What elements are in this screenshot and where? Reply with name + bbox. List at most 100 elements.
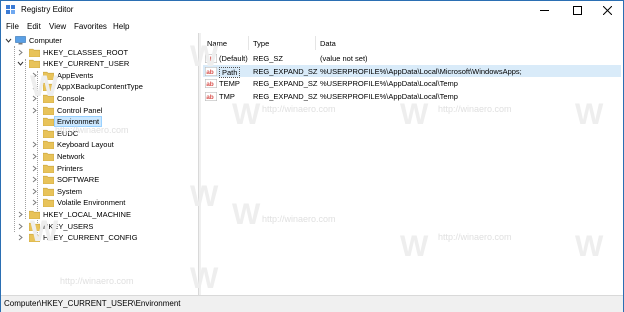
folder-icon	[29, 60, 40, 69]
folder-icon	[43, 106, 54, 115]
collapse-arrow-icon[interactable]	[17, 60, 24, 67]
menu-favorites[interactable]: Favorites	[74, 22, 107, 31]
expand-arrow-icon[interactable]	[17, 223, 24, 230]
minimize-button[interactable]	[529, 1, 560, 19]
value-name: TEMP	[219, 79, 240, 88]
folder-icon	[29, 234, 40, 243]
menu-file[interactable]: File	[6, 22, 19, 31]
svg-text:ab: ab	[206, 94, 214, 101]
expand-arrow-icon[interactable]	[31, 165, 38, 172]
maximize-button[interactable]	[562, 1, 593, 19]
tree-node-system[interactable]: System	[1, 186, 198, 197]
menu-view[interactable]: View	[49, 22, 66, 31]
expand-arrow-icon[interactable]	[31, 72, 38, 79]
expand-arrow-icon[interactable]	[17, 49, 24, 56]
value-row[interactable]: ab TEMP REG_EXPAND_SZ %USERPROFILE%\AppD…	[203, 77, 621, 89]
folder-icon	[43, 83, 54, 92]
column-header-data[interactable]: Data	[320, 39, 336, 48]
tree-node-label: HKEY_USERS	[43, 221, 94, 231]
title-bar[interactable]: Registry Editor	[1, 1, 623, 19]
tree-node-eudc[interactable]: EUDC	[1, 128, 198, 139]
column-header-name[interactable]: Name	[207, 39, 227, 48]
value-list[interactable]: Name Type Data ab (Default) REG_SZ (valu…	[201, 33, 623, 295]
menu-bar: File Edit View Favorites Help	[1, 19, 623, 33]
tree-node-software[interactable]: SOFTWARE	[1, 174, 198, 185]
value-type: REG_SZ	[253, 54, 284, 63]
maximize-icon	[573, 5, 582, 15]
string-value-icon: ab	[205, 91, 217, 101]
tree-node-environment[interactable]: Environment	[1, 116, 198, 128]
tree-node-console[interactable]: Console	[1, 93, 198, 104]
computer-icon	[15, 36, 26, 45]
value-data: %USERPROFILE%\AppData\Local\Temp	[320, 91, 458, 101]
tree-node-label: HKEY_CLASSES_ROOT	[43, 47, 129, 57]
folder-icon	[43, 164, 54, 173]
tree-node-keyboard-layout[interactable]: Keyboard Layout	[1, 139, 198, 150]
tree-node-label: HKEY_CURRENT_CONFIG	[43, 233, 138, 243]
tree-node-printers[interactable]: Printers	[1, 163, 198, 174]
expand-arrow-icon[interactable]	[31, 141, 38, 148]
folder-icon	[43, 118, 54, 127]
folder-icon	[43, 152, 54, 161]
tree-node-label: SOFTWARE	[57, 175, 100, 185]
tree-node-label: Console	[57, 94, 85, 103]
string-value-icon: ab	[205, 54, 217, 63]
column-divider[interactable]	[315, 36, 316, 50]
minimize-icon	[540, 9, 549, 11]
tree-node-label: AppEvents	[57, 70, 94, 80]
column-header-type[interactable]: Type	[253, 39, 269, 48]
value-type: REG_EXPAND_SZ	[253, 91, 318, 101]
folder-icon	[43, 187, 54, 196]
expand-arrow-icon[interactable]	[31, 199, 38, 206]
expand-arrow-icon[interactable]	[31, 83, 38, 90]
expand-arrow-icon[interactable]	[31, 153, 38, 160]
value-data: (value not set)	[320, 54, 368, 63]
tree-node-hkey-local-machine[interactable]: HKEY_LOCAL_MACHINE	[1, 209, 198, 220]
folder-icon	[43, 176, 54, 185]
tree-node-label: System	[57, 186, 83, 196]
value-row[interactable]: ab Path REG_EXPAND_SZ %USERPROFILE%\AppD…	[203, 64, 621, 78]
tree-node-label: Computer	[29, 36, 62, 45]
expand-arrow-icon[interactable]	[31, 188, 38, 195]
value-data: %USERPROFILE%\AppData\Local\Temp	[320, 79, 458, 88]
registry-icon	[6, 5, 15, 14]
tree-node-hkey-current-config[interactable]: HKEY_CURRENT_CONFIG	[1, 232, 198, 243]
menu-help[interactable]: Help	[113, 22, 129, 31]
expand-arrow-icon[interactable]	[31, 107, 38, 114]
key-tree[interactable]: Computer HKEY_CLASSES_ROOT HKEY_CURRENT_…	[1, 33, 199, 295]
window-title: Registry Editor	[21, 5, 74, 14]
folder-icon	[43, 71, 54, 80]
tree-node-label: AppXBackupContentType	[57, 82, 143, 92]
tree-node-hkey-users[interactable]: HKEY_USERS	[1, 221, 198, 232]
expand-arrow-icon[interactable]	[17, 211, 24, 218]
tree-node-hkey-classes-root[interactable]: HKEY_CLASSES_ROOT	[1, 47, 198, 58]
expand-arrow-icon[interactable]	[17, 234, 24, 241]
tree-node-appevents[interactable]: AppEvents	[1, 70, 198, 81]
column-divider[interactable]	[248, 36, 249, 50]
tree-node-hkey-current-user[interactable]: HKEY_CURRENT_USER	[1, 58, 198, 69]
value-name: (Default)	[219, 54, 248, 63]
folder-icon	[43, 141, 54, 150]
status-bar: Computer\HKEY_CURRENT_USER\Environment	[1, 295, 623, 312]
status-path: Computer\HKEY_CURRENT_USER\Environment	[4, 299, 181, 308]
tree-node-volatile-environment[interactable]: Volatile Environment	[1, 197, 198, 208]
collapse-arrow-icon[interactable]	[5, 37, 12, 44]
folder-icon	[43, 129, 54, 138]
value-data: %USERPROFILE%\AppData\Local\Microsoft\Wi…	[320, 66, 522, 76]
value-row[interactable]: ab (Default) REG_SZ (value not set)	[203, 52, 621, 64]
close-button[interactable]	[592, 1, 623, 19]
expand-arrow-icon[interactable]	[31, 176, 38, 183]
value-type: REG_EXPAND_SZ	[253, 66, 318, 76]
tree-node-computer[interactable]: Computer	[1, 35, 198, 46]
tree-node-label: Environment	[53, 116, 103, 128]
tree-node-label: Keyboard Layout	[57, 140, 114, 150]
tree-node-label: HKEY_CURRENT_USER	[43, 59, 130, 69]
value-row[interactable]: ab TMP REG_EXPAND_SZ %USERPROFILE%\AppDa…	[203, 90, 621, 102]
tree-node-network[interactable]: Network	[1, 151, 198, 162]
registry-editor-window: Registry Editor File Edit View Favorites…	[0, 0, 624, 312]
menu-edit[interactable]: Edit	[27, 22, 41, 31]
expand-arrow-icon[interactable]	[31, 95, 38, 102]
string-value-icon: ab	[205, 79, 217, 88]
tree-node-appxbackupcontenttype[interactable]: AppXBackupContentType	[1, 81, 198, 92]
tree-node-control-panel[interactable]: Control Panel	[1, 105, 198, 116]
